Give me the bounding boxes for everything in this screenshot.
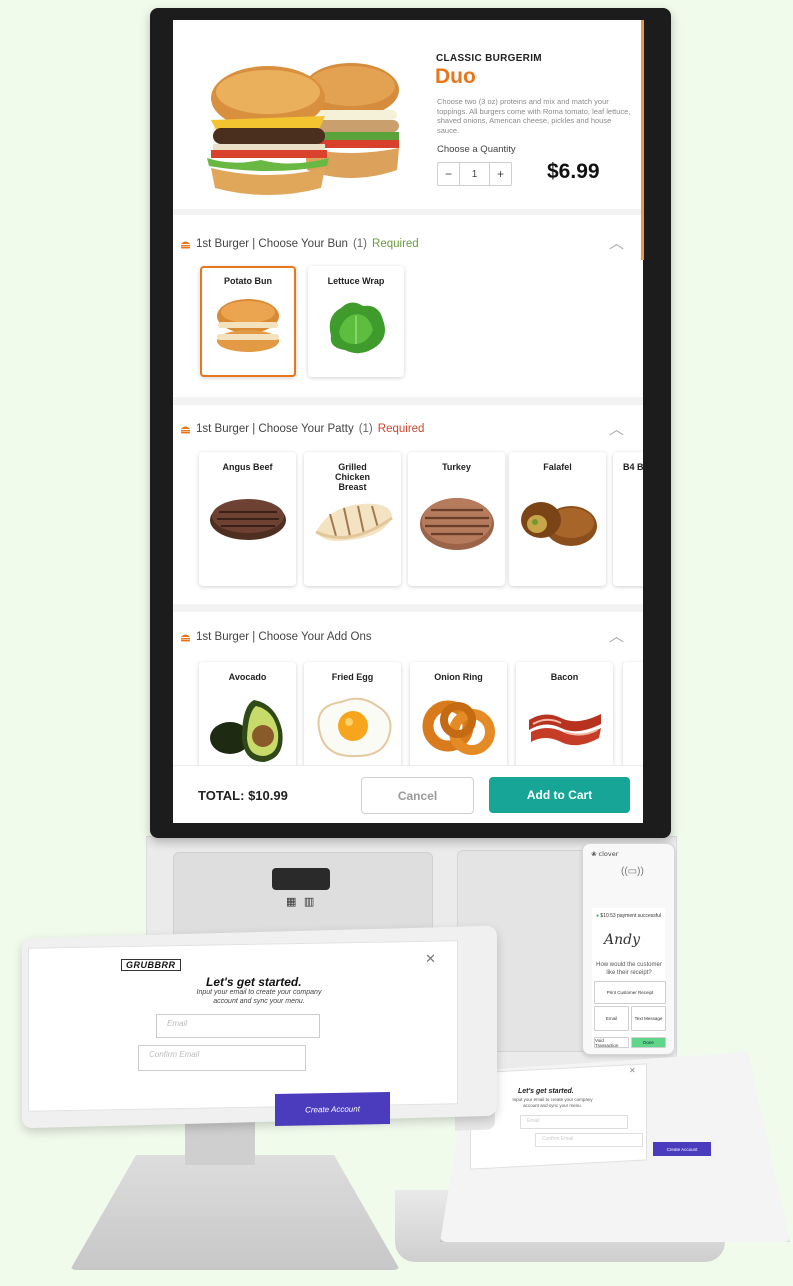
option-potato-bun[interactable]: Potato Bun bbox=[200, 266, 296, 377]
lettuce-wrap-image bbox=[329, 302, 385, 354]
section-divider bbox=[173, 604, 643, 612]
collapse-addons-chevron-up-icon[interactable]: ︿ bbox=[609, 625, 624, 646]
done-button[interactable]: Done bbox=[631, 1037, 666, 1048]
increase-quantity-button[interactable]: + bbox=[490, 163, 511, 185]
kiosk-screen: CLASSIC BURGERIM Duo Choose two (3 oz) p… bbox=[173, 20, 643, 823]
onion-ring-image bbox=[422, 700, 495, 755]
option-next-partial[interactable] bbox=[623, 662, 643, 772]
right-tablet-subtitle: Input your email to create your company … bbox=[512, 1097, 593, 1108]
option-fried-egg[interactable]: Fried Egg bbox=[304, 662, 401, 772]
option-label: Lettuce Wrap bbox=[327, 276, 385, 286]
option-bacon[interactable]: Bacon bbox=[516, 662, 613, 772]
option-turkey[interactable]: Turkey bbox=[408, 452, 505, 586]
option-label: Onion Ring bbox=[434, 672, 483, 682]
burger-icon bbox=[181, 426, 190, 433]
order-total: TOTAL: $10.99 bbox=[198, 788, 288, 803]
product-name: Duo bbox=[435, 65, 476, 88]
option-angus-beef[interactable]: Angus Beef bbox=[199, 452, 296, 586]
collapse-patty-chevron-up-icon[interactable]: ︿ bbox=[609, 418, 624, 439]
option-grilled-chicken-breast[interactable]: Grilled Chicken Breast bbox=[304, 452, 401, 586]
receipt-question: How would the customer like their receip… bbox=[596, 962, 662, 976]
left-confirm-email-field[interactable]: Confirm Email bbox=[138, 1045, 306, 1071]
signature: Andy bbox=[604, 932, 640, 948]
section-divider bbox=[173, 397, 643, 405]
quantity-label: Choose a Quantity bbox=[437, 144, 516, 155]
collapse-bun-chevron-up-icon[interactable]: ︿ bbox=[609, 232, 624, 253]
divider bbox=[173, 209, 643, 215]
section-patty-count: (1) bbox=[358, 423, 373, 435]
clover-logo-text: clover bbox=[598, 850, 619, 858]
left-create-account-button[interactable]: Create Account bbox=[275, 1091, 390, 1127]
potato-bun-image bbox=[217, 299, 279, 352]
barcode-scanner-window bbox=[272, 868, 330, 890]
burger-icon bbox=[181, 634, 190, 641]
clover-logo-icon: ❀ bbox=[591, 850, 597, 858]
turkey-patty-image bbox=[419, 498, 494, 550]
product-description: Choose two (3 oz) proteins and mix and m… bbox=[437, 97, 631, 135]
option-falafel[interactable]: Falafel bbox=[509, 452, 606, 586]
void-transaction-button[interactable]: Void Transaction bbox=[594, 1037, 629, 1048]
option-onion-ring[interactable]: Onion Ring bbox=[410, 662, 507, 772]
left-tablet-close-icon[interactable]: ✕ bbox=[425, 951, 436, 967]
option-label: Fried Egg bbox=[331, 672, 374, 682]
falafel-image bbox=[520, 502, 597, 546]
option-label: Bacon bbox=[550, 672, 579, 682]
product-price: $6.99 bbox=[547, 160, 600, 183]
qr-barcode-icon: ▦ ▥ bbox=[286, 895, 317, 908]
decrease-quantity-button[interactable]: − bbox=[438, 163, 459, 185]
right-confirm-email-field[interactable]: Confirm Email bbox=[535, 1133, 643, 1147]
option-label: Avocado bbox=[228, 672, 267, 682]
section-addons-header[interactable]: 1st Burger | Choose Your Add Ons bbox=[180, 631, 372, 643]
right-create-account-button[interactable]: Create Account bbox=[653, 1142, 711, 1156]
option-label: Grilled Chicken Breast bbox=[334, 462, 370, 492]
clover-logo: ❀ clover bbox=[591, 850, 618, 858]
right-email-field[interactable]: Email bbox=[520, 1115, 628, 1129]
fried-egg-image bbox=[316, 697, 391, 758]
text-receipt-button[interactable]: Text Message bbox=[631, 1006, 666, 1031]
duo-burger-image bbox=[207, 63, 399, 195]
section-addons-title: 1st Burger | Choose Your Add Ons bbox=[196, 631, 372, 643]
option-label: Angus Beef bbox=[222, 462, 273, 472]
right-tablet-close-icon[interactable]: ✕ bbox=[629, 1066, 636, 1075]
screen-accent bbox=[641, 20, 644, 260]
option-lettuce-wrap[interactable]: Lettuce Wrap bbox=[308, 266, 404, 377]
option-b4b[interactable]: B4 B bbox=[613, 452, 643, 586]
option-label: B4 B bbox=[623, 462, 643, 472]
product-brand: CLASSIC BURGERIM bbox=[436, 53, 542, 64]
grubbrr-logo: GRUBBRR bbox=[121, 959, 181, 971]
quantity-value[interactable]: 1 bbox=[459, 163, 490, 185]
burger-icon bbox=[181, 241, 190, 248]
beef-patty-image bbox=[209, 499, 286, 540]
print-receipt-button[interactable]: Print Customer Receipt bbox=[594, 981, 666, 1004]
email-receipt-button[interactable]: Email bbox=[594, 1006, 629, 1031]
section-patty-required: Required bbox=[377, 423, 425, 435]
section-bun-header[interactable]: 1st Burger | Choose Your Bun (1) Require… bbox=[180, 238, 419, 250]
left-tablet-title: Let's get started. bbox=[206, 975, 302, 989]
add-to-cart-button[interactable]: Add to Cart bbox=[489, 777, 630, 813]
avocado-image bbox=[209, 700, 283, 762]
contactless-icon: ((▭)) bbox=[621, 866, 644, 877]
bacon-image bbox=[528, 714, 601, 746]
payment-success-text: ● $10.53 payment successful bbox=[596, 913, 662, 919]
cancel-button[interactable]: Cancel bbox=[361, 777, 474, 814]
quantity-stepper: − 1 + bbox=[437, 162, 512, 186]
option-label: Falafel bbox=[543, 462, 572, 472]
section-bun-required: Required bbox=[372, 238, 419, 250]
option-label: Potato Bun bbox=[224, 276, 272, 286]
section-bun-count: (1) bbox=[352, 238, 368, 250]
left-tablet-stand bbox=[70, 1155, 400, 1270]
option-label: Turkey bbox=[442, 462, 471, 472]
left-tablet-subtitle: Input your email to create your company … bbox=[196, 989, 322, 1005]
left-email-field[interactable]: Email bbox=[156, 1014, 320, 1038]
section-bun-title: 1st Burger | Choose Your Bun bbox=[196, 238, 348, 250]
option-avocado[interactable]: Avocado bbox=[199, 662, 296, 772]
right-tablet-title: Let's get started. bbox=[518, 1088, 574, 1095]
payment-success-label: $10.53 payment successful bbox=[600, 913, 662, 919]
grilled-chicken-image bbox=[314, 503, 393, 541]
section-patty-title: 1st Burger | Choose Your Patty bbox=[196, 423, 354, 435]
section-patty-header[interactable]: 1st Burger | Choose Your Patty (1) Requi… bbox=[180, 423, 424, 435]
